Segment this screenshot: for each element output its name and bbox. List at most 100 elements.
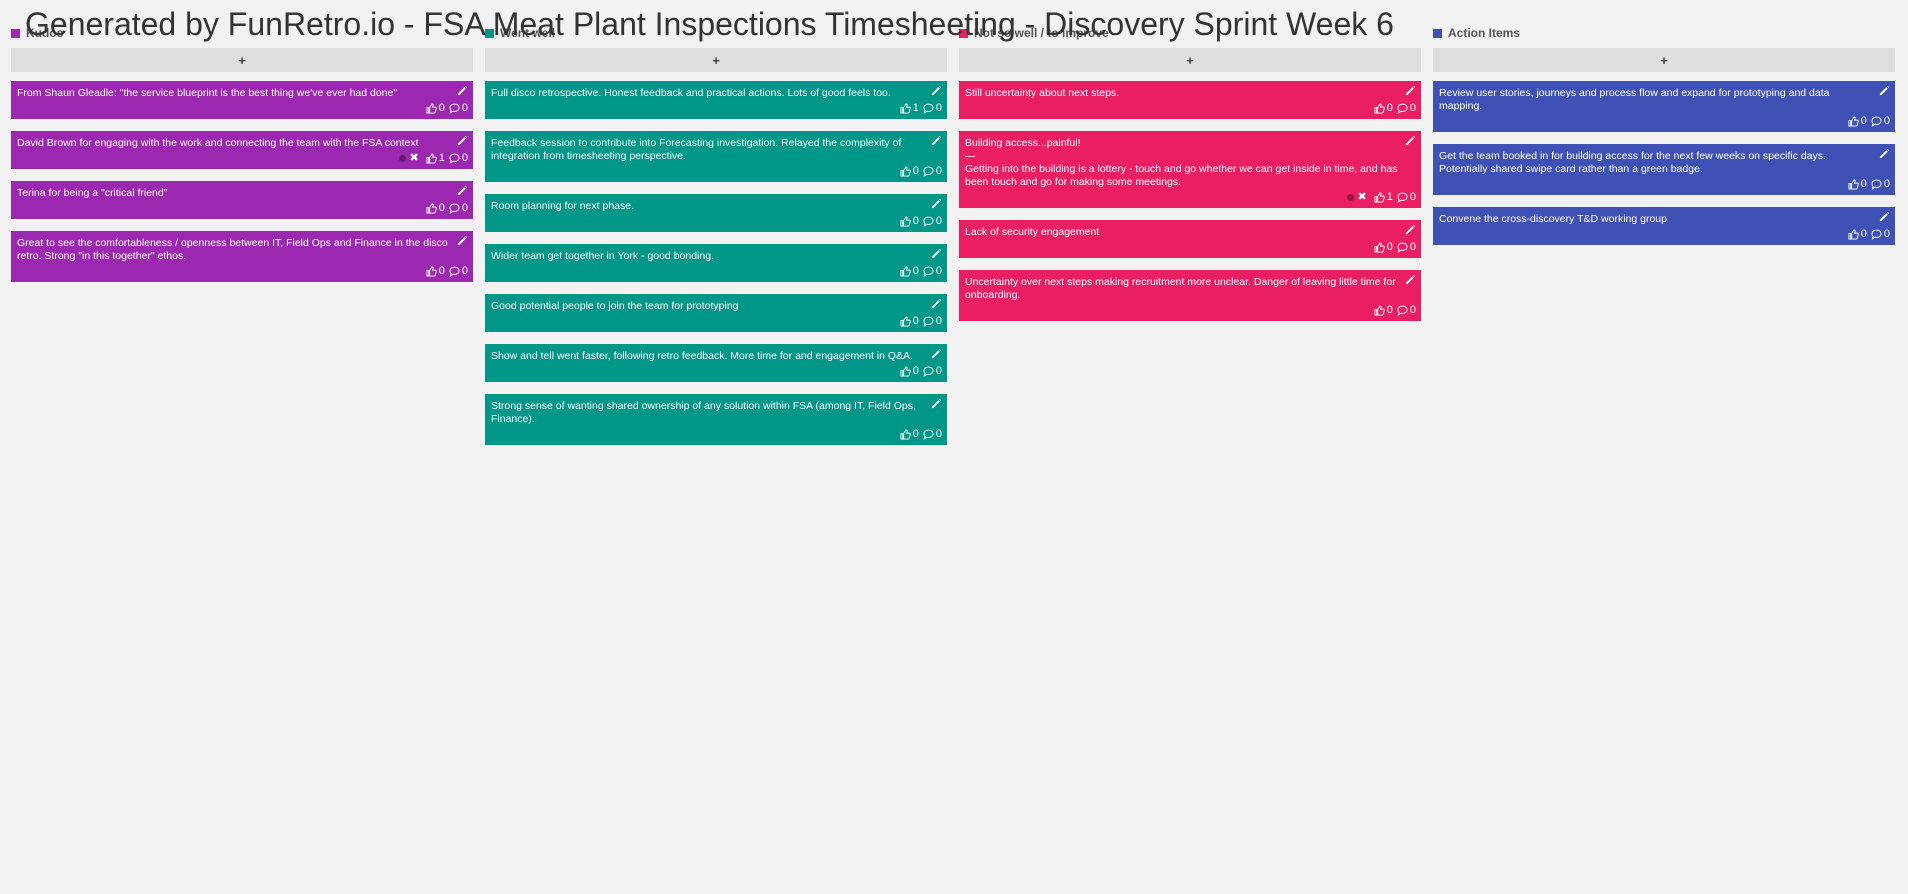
comment-button[interactable]: 0	[1397, 102, 1416, 115]
vote-button[interactable]: 0	[1374, 102, 1393, 115]
comment-button[interactable]: 0	[1871, 178, 1890, 191]
retro-card[interactable]: Convene the cross-discovery T&D working …	[1433, 207, 1895, 245]
retro-card[interactable]: Good potential people to join the team f…	[485, 294, 947, 332]
vote-button[interactable]: 0	[1848, 228, 1867, 241]
pencil-icon[interactable]	[457, 235, 468, 246]
pencil-icon[interactable]	[931, 85, 942, 96]
retro-card[interactable]: Room planning for next phase. 0 0	[485, 194, 947, 232]
vote-button[interactable]: 0	[1848, 115, 1867, 128]
comment-button[interactable]: 0	[923, 365, 942, 378]
vote-count: 0	[1386, 240, 1393, 253]
vote-button[interactable]: 0	[426, 102, 445, 115]
comment-icon	[1397, 305, 1408, 316]
vote-button[interactable]: 0	[1374, 304, 1393, 317]
pencil-icon[interactable]	[457, 85, 468, 96]
vote-button[interactable]: 0	[1848, 178, 1867, 191]
vote-button[interactable]: 0	[900, 165, 919, 178]
retro-card[interactable]: Uncertainty over next steps making recru…	[959, 270, 1421, 321]
pencil-icon[interactable]	[1405, 274, 1416, 285]
vote-button[interactable]: 0	[900, 365, 919, 378]
card-text: Uncertainty over next steps making recru…	[965, 276, 1396, 301]
pencil-icon[interactable]	[1879, 148, 1890, 159]
comment-button[interactable]: 0	[923, 265, 942, 278]
thumbs-up-icon	[426, 265, 437, 277]
retro-card[interactable]: Building access...painful! — Getting int…	[959, 131, 1421, 208]
pencil-icon[interactable]	[931, 398, 942, 409]
comment-button[interactable]: 0	[449, 102, 468, 115]
vote-button[interactable]: 1	[1374, 191, 1393, 204]
thumbs-up-icon	[900, 315, 911, 327]
comment-button[interactable]: 0	[923, 102, 942, 115]
comment-button[interactable]: 0	[449, 152, 468, 165]
card-text: Building access...painful! — Getting int…	[965, 137, 1398, 188]
comment-button[interactable]: 0	[1397, 241, 1416, 254]
card-footer: 00	[17, 101, 468, 115]
retro-card[interactable]: Full disco retrospective. Honest feedbac…	[485, 81, 947, 119]
vote-button[interactable]: 0	[900, 265, 919, 278]
comment-button[interactable]: 0	[923, 315, 942, 328]
retro-card[interactable]: Lack of security engagement 0 0	[959, 220, 1421, 258]
pencil-icon[interactable]	[1405, 224, 1416, 235]
retro-card[interactable]: David Brown for engaging with the work a…	[11, 131, 473, 169]
pencil-icon[interactable]	[1405, 135, 1416, 146]
comment-button[interactable]: 0	[1871, 228, 1890, 241]
retro-card[interactable]: Review user stories, journeys and proces…	[1433, 81, 1895, 132]
vote-count: 0	[912, 364, 919, 377]
retro-card[interactable]: Show and tell went faster, following ret…	[485, 344, 947, 382]
pencil-icon[interactable]	[931, 135, 942, 146]
vote-button[interactable]: 1	[900, 102, 919, 115]
add-card-button[interactable]: +	[11, 48, 473, 72]
comment-button[interactable]: 0	[1397, 191, 1416, 204]
thumbs-up-icon	[900, 165, 911, 177]
card-footer: 00	[1439, 227, 1890, 241]
retro-card[interactable]: Great to see the comfortableness / openn…	[11, 231, 473, 282]
pencil-icon[interactable]	[1879, 211, 1890, 222]
column-title: Action Items	[1448, 26, 1521, 40]
add-card-button[interactable]: +	[485, 48, 947, 72]
pencil-icon[interactable]	[931, 348, 942, 359]
retro-board: Kudos + From Shaun Gleadle: "the service b…	[11, 22, 1895, 457]
pencil-icon[interactable]	[1879, 85, 1890, 96]
pencil-icon[interactable]	[931, 248, 942, 259]
add-card-button[interactable]: +	[959, 48, 1421, 72]
comment-button[interactable]: 0	[1397, 304, 1416, 317]
vote-button[interactable]: 0	[426, 202, 445, 215]
comment-button[interactable]: 0	[449, 265, 468, 278]
retro-card[interactable]: Wider team get together in York - good b…	[485, 244, 947, 282]
pencil-icon[interactable]	[457, 185, 468, 196]
comment-icon	[449, 266, 460, 277]
comment-icon	[1871, 179, 1882, 190]
add-card-button[interactable]: +	[1433, 48, 1895, 72]
comment-button[interactable]: 0	[923, 428, 942, 441]
comment-button[interactable]: 0	[1871, 115, 1890, 128]
retro-card[interactable]: Feedback session to contribute into Fore…	[485, 131, 947, 182]
vote-button[interactable]: 0	[426, 265, 445, 278]
pencil-icon[interactable]	[931, 298, 942, 309]
thumbs-up-icon	[900, 102, 911, 114]
retro-card[interactable]: Strong sense of wanting shared ownership…	[485, 394, 947, 445]
pencil-icon[interactable]	[931, 198, 942, 209]
vote-button[interactable]: 0	[900, 428, 919, 441]
retro-card[interactable]: Still uncertainty about next steps. 0 0	[959, 81, 1421, 119]
pencil-icon[interactable]	[1405, 85, 1416, 96]
retro-card[interactable]: Get the team booked in for building acce…	[1433, 144, 1895, 195]
vote-button[interactable]: 0	[1374, 241, 1393, 254]
comment-button[interactable]: 0	[923, 165, 942, 178]
thumbs-up-icon	[900, 365, 911, 377]
comment-count: 0	[935, 427, 942, 440]
comment-count: 0	[935, 214, 942, 227]
vote-button[interactable]: 0	[900, 315, 919, 328]
comment-count: 0	[935, 264, 942, 277]
retro-card[interactable]: Terina for being a "critical friend" 0 0	[11, 181, 473, 219]
comment-button[interactable]: 0	[449, 202, 468, 215]
close-icon[interactable]: ✖	[410, 152, 419, 165]
vote-button[interactable]: 0	[900, 215, 919, 228]
thumbs-up-icon	[900, 428, 911, 440]
pencil-icon[interactable]	[457, 135, 468, 146]
card-footer: 00	[491, 164, 942, 178]
vote-button[interactable]: 1	[426, 152, 445, 165]
thumbs-up-icon	[1848, 178, 1859, 190]
comment-button[interactable]: 0	[923, 215, 942, 228]
retro-card[interactable]: From Shaun Gleadle: "the service bluepri…	[11, 81, 473, 119]
close-icon[interactable]: ✖	[1358, 191, 1367, 204]
